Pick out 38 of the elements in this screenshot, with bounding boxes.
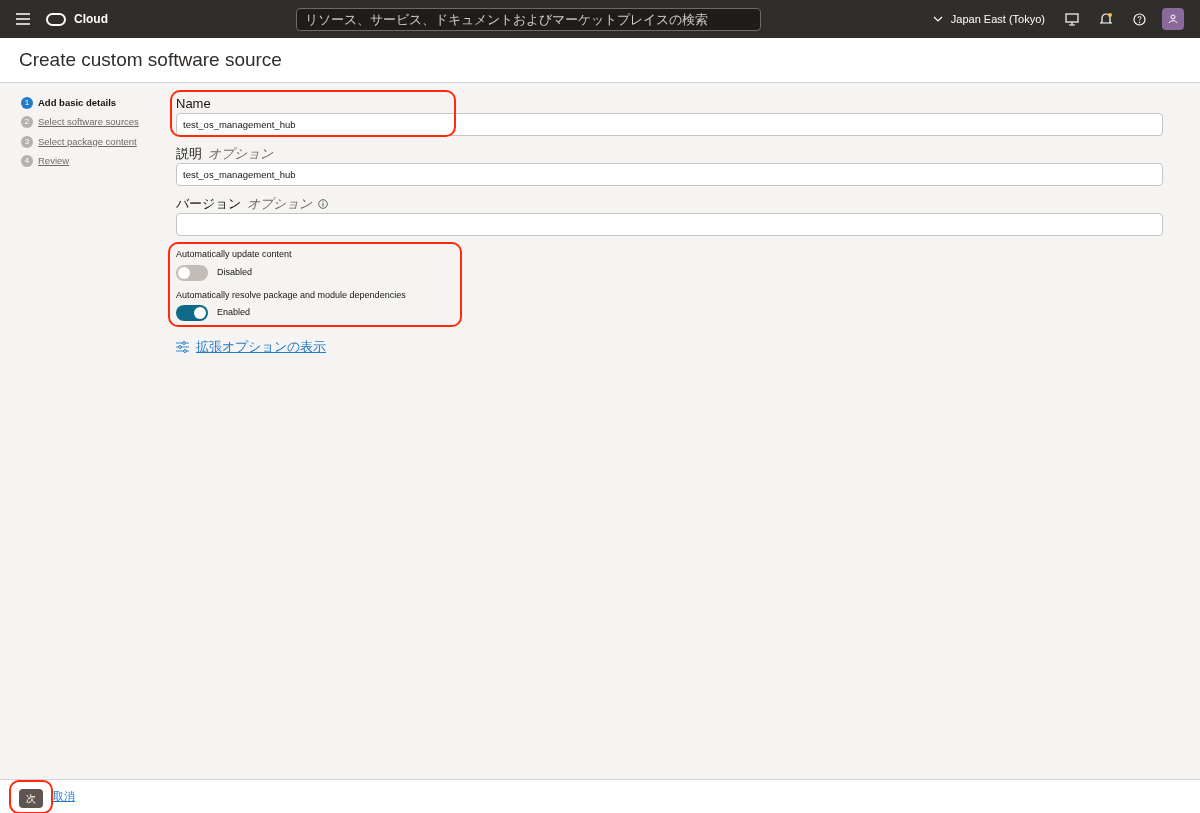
step-number: 2 xyxy=(21,116,33,129)
text-field[interactable]: test_os_management_hub xyxy=(176,163,1163,186)
step-link[interactable]: Add basic details xyxy=(38,96,117,111)
step-number: 3 xyxy=(21,135,33,148)
next-button[interactable]: 次 xyxy=(19,788,43,808)
field-label: 説明 xyxy=(176,146,202,161)
cancel-link[interactable]: 取消 xyxy=(53,788,75,805)
toggle-switch[interactable] xyxy=(176,305,208,321)
step-number: 1 xyxy=(21,97,33,110)
avatar-icon[interactable] xyxy=(1162,8,1184,30)
bell-icon[interactable] xyxy=(1099,12,1113,26)
field-label: バージョン xyxy=(176,196,241,211)
toggle-switch[interactable] xyxy=(176,264,208,281)
toggle-label: Automatically update content xyxy=(176,248,293,261)
toggle-state: Enabled xyxy=(217,306,251,320)
toggle-label: Automatically resolve package and module dependencies xyxy=(176,288,407,302)
advanced-options-link[interactable]: 拡張オプションの表示 xyxy=(196,337,326,357)
text-field[interactable]: test_os_management_hub xyxy=(176,113,1163,136)
text-field[interactable] xyxy=(176,213,1163,236)
optional-label: オプション xyxy=(247,196,312,211)
search-field[interactable]: リソース、サービス、ドキュメントおよびマーケットプレイスの検索 xyxy=(296,7,761,31)
optional-label: オプション xyxy=(208,146,273,161)
monitor-icon[interactable] xyxy=(1065,12,1079,26)
field-label: Name xyxy=(176,96,211,111)
step-link[interactable]: Select package content xyxy=(38,134,137,149)
page-title: Create custom software source xyxy=(19,47,282,72)
sliders-icon[interactable] xyxy=(176,340,189,353)
brand-name: Cloud xyxy=(74,11,108,28)
step-link[interactable]: Select software sources xyxy=(38,115,139,130)
info-icon[interactable] xyxy=(318,198,328,209)
menu-icon[interactable] xyxy=(16,13,30,25)
region-selector[interactable]: Japan East (Tokyo) xyxy=(932,10,1045,28)
logo-icon[interactable] xyxy=(46,12,66,26)
help-icon[interactable] xyxy=(1133,12,1146,26)
toggle-state: Disabled xyxy=(217,265,253,279)
step-number: 4 xyxy=(21,154,33,167)
step-link[interactable]: Review xyxy=(38,153,70,168)
chevron-down-icon xyxy=(932,16,943,22)
